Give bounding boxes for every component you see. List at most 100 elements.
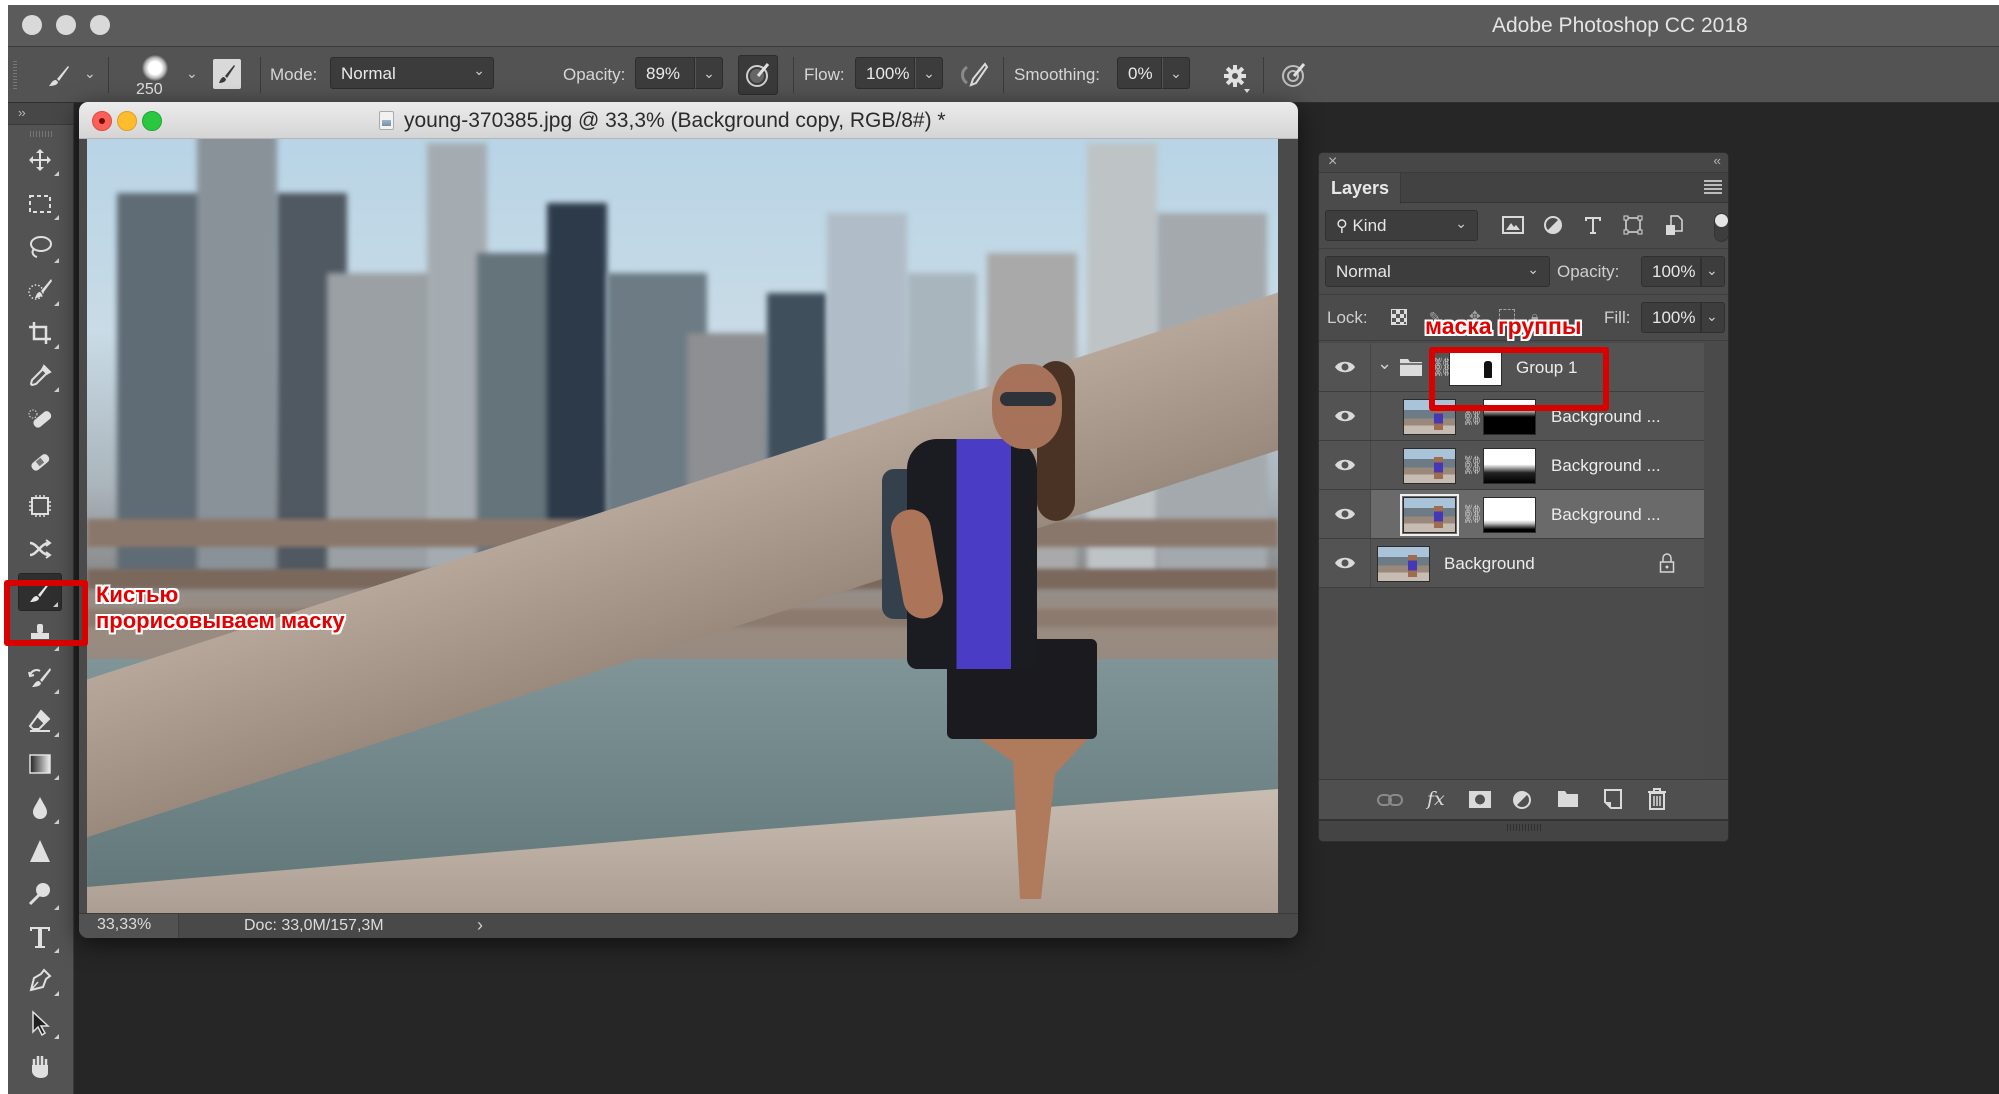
fill-slider-button[interactable]: ⌄ bbox=[1701, 302, 1725, 333]
filter-kind-dropdown[interactable]: ⚲ Kind ⌄ bbox=[1325, 210, 1478, 241]
tool-preset-chevron-icon[interactable]: ⌄ bbox=[84, 65, 96, 82]
close-panel-icon[interactable]: × bbox=[1328, 153, 1337, 171]
mode-dropdown[interactable]: Normal ⌄ bbox=[330, 57, 494, 89]
panel-menu-icon[interactable] bbox=[1704, 180, 1722, 194]
image-canvas[interactable] bbox=[87, 139, 1278, 913]
visibility-toggle[interactable] bbox=[1319, 490, 1371, 538]
group-expand-chevron-icon[interactable]: ⌄ bbox=[1377, 353, 1392, 374]
type-tool[interactable] bbox=[18, 918, 62, 956]
adjustment-filter-icon[interactable] bbox=[1543, 215, 1563, 235]
layer-name: Background bbox=[1444, 554, 1535, 573]
layer-row-background[interactable]: Background bbox=[1319, 539, 1704, 588]
airbrush-toggle[interactable] bbox=[958, 59, 990, 91]
smoothing-settings-button[interactable] bbox=[1220, 59, 1250, 93]
brush-preset-chevron-icon[interactable]: ⌄ bbox=[186, 65, 198, 82]
close-window-button[interactable] bbox=[22, 15, 42, 35]
image-filter-icon[interactable] bbox=[1502, 215, 1524, 235]
brush-panel-toggle-button[interactable] bbox=[213, 59, 241, 89]
history-brush-tool[interactable] bbox=[18, 659, 62, 697]
pressure-opacity-toggle[interactable] bbox=[738, 55, 778, 95]
opacity-slider-button[interactable]: ⌄ bbox=[695, 57, 723, 89]
pen-tool[interactable] bbox=[18, 961, 62, 999]
lock-transparent-pixels-icon[interactable] bbox=[1391, 309, 1407, 325]
hand-tool[interactable] bbox=[18, 1047, 62, 1085]
quick-selection-icon bbox=[28, 279, 52, 300]
smoothing-input[interactable]: 0% bbox=[1117, 57, 1162, 89]
gradient-tool[interactable] bbox=[18, 745, 62, 783]
sharpen-tool[interactable] bbox=[18, 832, 62, 870]
healing-brush-tool[interactable] bbox=[18, 443, 62, 481]
crop-tool[interactable] bbox=[18, 314, 62, 352]
filter-toggle-switch[interactable] bbox=[1714, 213, 1728, 242]
layer-row-background-copy[interactable]: ⛓ Background ... bbox=[1319, 490, 1704, 539]
marquee-tool[interactable] bbox=[18, 185, 62, 223]
toolbar-expand-button[interactable]: ›› bbox=[8, 103, 73, 125]
blur-tool[interactable] bbox=[18, 789, 62, 827]
layer-opacity-input[interactable]: 100% bbox=[1641, 256, 1701, 287]
blend-mode-dropdown[interactable]: Normal ⌄ bbox=[1325, 256, 1550, 287]
fx-icon[interactable]: fx bbox=[1427, 788, 1445, 810]
minimize-document-button[interactable] bbox=[117, 111, 137, 131]
content-aware-tool[interactable] bbox=[18, 487, 62, 525]
layer-thumbnail-selected[interactable] bbox=[1400, 494, 1459, 536]
minimize-window-button[interactable] bbox=[56, 15, 76, 35]
patch-tool[interactable] bbox=[18, 530, 62, 568]
mask-link-icon[interactable]: ⛓ bbox=[1461, 455, 1484, 476]
new-layer-icon[interactable] bbox=[1604, 789, 1622, 809]
pressure-size-toggle[interactable] bbox=[1278, 59, 1310, 91]
dodge-tool[interactable] bbox=[18, 875, 62, 913]
visibility-toggle[interactable] bbox=[1319, 343, 1371, 391]
smart-object-filter-icon[interactable] bbox=[1664, 215, 1684, 237]
toolbar-grip[interactable] bbox=[30, 131, 54, 137]
brush-preset-picker[interactable]: 250 bbox=[132, 51, 176, 101]
panel-header[interactable]: × ‹‹ bbox=[1319, 153, 1728, 173]
eye-icon bbox=[1334, 508, 1355, 520]
flow-slider-button[interactable]: ⌄ bbox=[915, 57, 943, 89]
status-menu-arrow-icon[interactable]: › bbox=[477, 915, 483, 936]
document-tab[interactable]: young-370385.jpg @ 33,3% (Background cop… bbox=[79, 102, 1298, 139]
eraser-tool[interactable] bbox=[18, 702, 62, 740]
layer-list-scroll-track[interactable] bbox=[1704, 343, 1728, 779]
adjustment-layer-icon[interactable] bbox=[1512, 790, 1532, 810]
close-document-button[interactable] bbox=[92, 111, 112, 131]
path-selection-tool[interactable] bbox=[18, 1004, 62, 1042]
layer-mask-thumbnail[interactable] bbox=[1483, 497, 1536, 533]
group-mask-highlight bbox=[1429, 347, 1609, 411]
spot-healing-tool[interactable] bbox=[18, 400, 62, 438]
visibility-toggle[interactable] bbox=[1319, 392, 1371, 440]
layer-row-background-copy-2[interactable]: ⛓ Background ... bbox=[1319, 441, 1704, 490]
add-mask-icon[interactable] bbox=[1469, 791, 1491, 808]
lock-icon[interactable] bbox=[1659, 553, 1675, 573]
options-bar-grip[interactable] bbox=[13, 61, 17, 89]
eyedropper-tool[interactable] bbox=[18, 357, 62, 395]
visibility-toggle[interactable] bbox=[1319, 539, 1371, 587]
smoothing-slider-button[interactable]: ⌄ bbox=[1162, 57, 1190, 89]
zoom-level-field[interactable]: 33,33% bbox=[79, 914, 179, 938]
tool-preset-picker[interactable] bbox=[44, 61, 74, 91]
lasso-tool[interactable] bbox=[18, 228, 62, 266]
new-group-icon[interactable] bbox=[1557, 790, 1579, 808]
type-filter-icon[interactable] bbox=[1583, 215, 1603, 235]
link-layers-icon[interactable] bbox=[1377, 793, 1403, 807]
mask-link-icon[interactable]: ⛓ bbox=[1461, 504, 1484, 525]
opacity-input[interactable]: 89% bbox=[635, 57, 695, 89]
file-icon bbox=[379, 111, 394, 130]
flow-input[interactable]: 100% bbox=[855, 57, 915, 89]
tab-layers[interactable]: Layers bbox=[1319, 173, 1401, 204]
panel-resize-grip[interactable] bbox=[1319, 819, 1728, 841]
delete-layer-icon[interactable] bbox=[1647, 788, 1667, 810]
layer-opacity-slider-button[interactable]: ⌄ bbox=[1701, 256, 1725, 287]
type-icon bbox=[30, 927, 50, 948]
layer-thumbnail[interactable] bbox=[1403, 448, 1456, 484]
layer-thumbnail[interactable] bbox=[1377, 546, 1430, 582]
layer-mask-thumbnail[interactable] bbox=[1483, 448, 1536, 484]
quick-selection-tool[interactable] bbox=[18, 271, 62, 309]
blend-mode-value: Normal bbox=[1336, 262, 1391, 281]
visibility-toggle[interactable] bbox=[1319, 441, 1371, 489]
fill-input[interactable]: 100% bbox=[1641, 302, 1701, 333]
zoom-window-button[interactable] bbox=[90, 15, 110, 35]
collapse-panel-icon[interactable]: ‹‹ bbox=[1713, 153, 1721, 168]
shape-filter-icon[interactable] bbox=[1623, 215, 1643, 235]
zoom-document-button[interactable] bbox=[142, 111, 162, 131]
move-tool[interactable] bbox=[18, 141, 62, 179]
